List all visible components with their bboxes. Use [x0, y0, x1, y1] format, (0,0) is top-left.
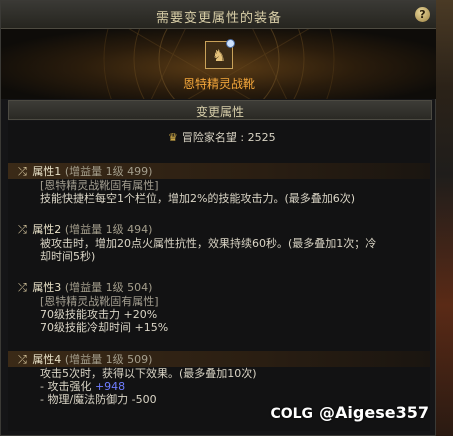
- attribute-3-gain: (增益量 1级 504): [64, 281, 153, 294]
- attribute-3-name: 属性3: [32, 281, 62, 294]
- attribute-1-name: 属性1: [32, 165, 62, 178]
- attribute-3-line-1: [恩特精灵战靴固有属性]: [40, 295, 159, 308]
- section-title: 变更属性: [195, 105, 244, 119]
- shuffle-icon: ⤮: [18, 353, 27, 366]
- item-banner: ♞ 恩特精灵战靴: [1, 29, 437, 99]
- boots-item-icon[interactable]: ♞: [205, 39, 235, 69]
- attribute-3-line-2: 70级技能攻击力 +20%: [40, 308, 158, 321]
- background-edge: [436, 0, 453, 436]
- item-grade-icon: [226, 39, 235, 48]
- attribute-1[interactable]: ⤮ 属性1 (增益量 1级 499) [恩特精灵战靴固有属性] 技能快捷栏每空1…: [8, 163, 430, 205]
- attribute-3-line-3: 70级技能冷却时间 +15%: [40, 321, 169, 334]
- help-icon[interactable]: ?: [415, 7, 430, 22]
- shuffle-icon: ⤮: [18, 281, 27, 294]
- fame-row: ♛ 冒险家名望 : 2525: [168, 129, 276, 145]
- attribute-2-line-2: 却时间5秒): [40, 250, 96, 263]
- window-title: 需要变更属性的装备: [155, 11, 282, 26]
- attribute-2-line-1: 被攻击时，增加20点火属性抗性，效果持续60秒。(最多叠加1次；冷: [40, 237, 377, 250]
- attribute-1-line-1: [恩特精灵战靴固有属性]: [40, 179, 159, 192]
- watermark: COLG @Aigese357: [270, 403, 429, 422]
- shuffle-icon: ⤮: [18, 165, 27, 178]
- fame-separator: :: [236, 131, 248, 144]
- fame-label: 冒险家名望: [181, 131, 237, 144]
- attribute-4-name: 属性4: [32, 353, 62, 366]
- attribute-4-line-1: 攻击5次时，获得以下效果。(最多叠加10次): [40, 367, 257, 380]
- attribute-4[interactable]: ⤮ 属性4 (增益量 1级 509) 攻击5次时，获得以下效果。(最多叠加10次…: [8, 351, 430, 406]
- item-name: 恩特精灵战靴: [182, 77, 255, 91]
- equipment-change-window: 需要变更属性的装备 ? ♞ 恩特精灵战靴 变更属性 ♛ 冒险家名望 : 2525 …: [0, 0, 437, 436]
- section-header: 变更属性: [8, 100, 432, 120]
- attribute-3-header[interactable]: ⤮ 属性3 (增益量 1级 504): [8, 279, 430, 295]
- shuffle-icon: ⤮: [18, 223, 27, 236]
- fame-crest-icon: ♛: [168, 131, 178, 144]
- attribute-4-header[interactable]: ⤮ 属性4 (增益量 1级 509): [8, 351, 430, 367]
- attribute-1-gain: (增益量 1级 499): [64, 165, 153, 178]
- attribute-panel: ♛ 冒险家名望 : 2525 ⤮ 属性1 (增益量 1级 499) [恩特精灵战靴…: [8, 121, 430, 431]
- attack-buff-label: - 攻击强化: [40, 380, 95, 393]
- title-bar[interactable]: 需要变更属性的装备 ?: [1, 1, 437, 29]
- attribute-1-line-2: 技能快捷栏每空1个栏位，增加2%的技能攻击力。(最多叠加6次): [40, 192, 356, 205]
- attribute-4-line-2: - 攻击强化 +948: [8, 380, 430, 393]
- watermark-brand: COLG: [270, 406, 314, 422]
- attribute-2-header[interactable]: ⤮ 属性2 (增益量 1级 494): [8, 221, 430, 237]
- attribute-2[interactable]: ⤮ 属性2 (增益量 1级 494) 被攻击时，增加20点火属性抗性，效果持续6…: [8, 221, 430, 263]
- attribute-2-name: 属性2: [32, 223, 62, 236]
- boot-glyph-icon: ♞: [211, 45, 227, 65]
- watermark-handle: @Aigese357: [319, 403, 429, 422]
- attribute-4-gain: (增益量 1级 509): [64, 353, 153, 366]
- fame-value: 2525: [247, 131, 276, 144]
- attribute-2-gain: (增益量 1级 494): [64, 223, 153, 236]
- attribute-1-header[interactable]: ⤮ 属性1 (增益量 1级 499): [8, 163, 430, 179]
- attribute-3[interactable]: ⤮ 属性3 (增益量 1级 504) [恩特精灵战靴固有属性] 70级技能攻击力…: [8, 279, 430, 334]
- attack-buff-value: +948: [94, 380, 126, 393]
